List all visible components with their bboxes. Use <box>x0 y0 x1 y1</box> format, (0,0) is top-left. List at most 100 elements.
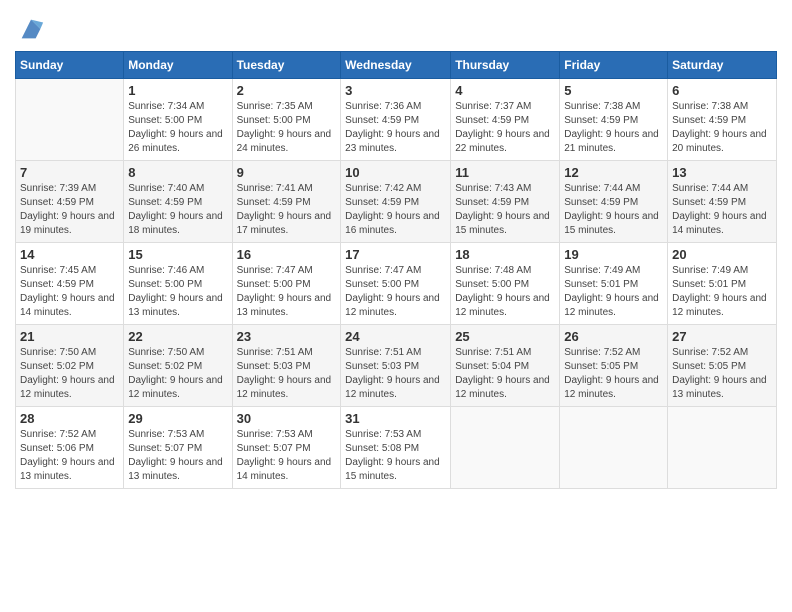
day-number: 15 <box>128 247 227 262</box>
calendar-cell: 16Sunrise: 7:47 AMSunset: 5:00 PMDayligh… <box>232 243 341 325</box>
day-info: Sunrise: 7:39 AMSunset: 4:59 PMDaylight:… <box>20 182 119 238</box>
day-info: Sunrise: 7:50 AMSunset: 5:02 PMDaylight:… <box>20 346 119 402</box>
calendar-cell <box>668 407 777 489</box>
day-number: 20 <box>672 247 772 262</box>
page-container: SundayMondayTuesdayWednesdayThursdayFrid… <box>0 0 792 499</box>
calendar-cell: 2 Sunrise: 7:35 AMSunset: 5:00 PMDaylight… <box>232 79 341 161</box>
calendar-cell: 22 Sunrise: 7:50 AMSunset: 5:02 PMDayligh… <box>124 325 232 407</box>
day-info: Sunrise: 7:42 AMSunset: 4:59 PMDaylight:… <box>345 182 446 238</box>
day-number: 27 <box>672 329 772 344</box>
day-info: Sunrise: 7:35 AMSunset: 5:00 PMDaylight:… <box>237 100 337 156</box>
day-info: Sunrise: 7:46 AMSunset: 5:00 PMDaylight:… <box>128 264 227 320</box>
calendar-table: SundayMondayTuesdayWednesdayThursdayFrid… <box>15 51 777 489</box>
day-info: Sunrise: 7:37 AMSunset: 4:59 PMDaylight:… <box>455 100 555 156</box>
weekday-header-thursday: Thursday <box>451 52 560 79</box>
calendar-cell: 14Sunrise: 7:45 AMSunset: 4:59 PMDayligh… <box>16 243 124 325</box>
calendar-cell: 5 Sunrise: 7:38 AMSunset: 4:59 PMDaylight… <box>560 79 668 161</box>
day-number: 16 <box>237 247 337 262</box>
calendar-cell: 3 Sunrise: 7:36 AMSunset: 4:59 PMDaylight… <box>341 79 451 161</box>
calendar-cell: 1 Sunrise: 7:34 AMSunset: 5:00 PMDaylight… <box>124 79 232 161</box>
day-number: 21 <box>20 329 119 344</box>
calendar-cell: 6Sunrise: 7:38 AMSunset: 4:59 PMDaylight… <box>668 79 777 161</box>
weekday-header-sunday: Sunday <box>16 52 124 79</box>
weekday-header-saturday: Saturday <box>668 52 777 79</box>
day-number: 29 <box>128 411 227 426</box>
weekday-header-monday: Monday <box>124 52 232 79</box>
weekday-header-friday: Friday <box>560 52 668 79</box>
day-number: 8 <box>128 165 227 180</box>
day-number: 19 <box>564 247 663 262</box>
day-number: 2 <box>237 83 337 98</box>
logo <box>15 15 45 43</box>
day-info: Sunrise: 7:49 AMSunset: 5:01 PMDaylight:… <box>672 264 772 320</box>
day-info: Sunrise: 7:53 AMSunset: 5:07 PMDaylight:… <box>237 428 337 484</box>
day-info: Sunrise: 7:52 AMSunset: 5:05 PMDaylight:… <box>672 346 772 402</box>
day-info: Sunrise: 7:41 AMSunset: 4:59 PMDaylight:… <box>237 182 337 238</box>
day-number: 24 <box>345 329 446 344</box>
calendar-week-row: 28 Sunrise: 7:52 AMSunset: 5:06 PMDayligh… <box>16 407 777 489</box>
day-info: Sunrise: 7:53 AMSunset: 5:07 PMDaylight:… <box>128 428 227 484</box>
day-info: Sunrise: 7:34 AMSunset: 5:00 PMDaylight:… <box>128 100 227 156</box>
day-info: Sunrise: 7:44 AMSunset: 4:59 PMDaylight:… <box>564 182 663 238</box>
day-number: 25 <box>455 329 555 344</box>
calendar-cell: 24 Sunrise: 7:51 AMSunset: 5:03 PMDayligh… <box>341 325 451 407</box>
calendar-week-row: 1 Sunrise: 7:34 AMSunset: 5:00 PMDaylight… <box>16 79 777 161</box>
day-info: Sunrise: 7:40 AMSunset: 4:59 PMDaylight:… <box>128 182 227 238</box>
calendar-cell: 4 Sunrise: 7:37 AMSunset: 4:59 PMDaylight… <box>451 79 560 161</box>
logo-icon <box>17 15 45 43</box>
calendar-cell: 13 Sunrise: 7:44 AMSunset: 4:59 PMDayligh… <box>668 161 777 243</box>
day-info: Sunrise: 7:38 AMSunset: 4:59 PMDaylight:… <box>672 100 772 156</box>
day-number: 5 <box>564 83 663 98</box>
day-number: 12 <box>564 165 663 180</box>
day-info: Sunrise: 7:53 AMSunset: 5:08 PMDaylight:… <box>345 428 446 484</box>
day-info: Sunrise: 7:47 AMSunset: 5:00 PMDaylight:… <box>345 264 446 320</box>
day-info: Sunrise: 7:36 AMSunset: 4:59 PMDaylight:… <box>345 100 446 156</box>
calendar-cell <box>560 407 668 489</box>
day-number: 3 <box>345 83 446 98</box>
calendar-cell: 7 Sunrise: 7:39 AMSunset: 4:59 PMDaylight… <box>16 161 124 243</box>
calendar-cell: 26 Sunrise: 7:52 AMSunset: 5:05 PMDayligh… <box>560 325 668 407</box>
weekday-header-row: SundayMondayTuesdayWednesdayThursdayFrid… <box>16 52 777 79</box>
day-info: Sunrise: 7:52 AMSunset: 5:05 PMDaylight:… <box>564 346 663 402</box>
calendar-week-row: 7 Sunrise: 7:39 AMSunset: 4:59 PMDaylight… <box>16 161 777 243</box>
calendar-week-row: 14Sunrise: 7:45 AMSunset: 4:59 PMDayligh… <box>16 243 777 325</box>
weekday-header-wednesday: Wednesday <box>341 52 451 79</box>
calendar-cell: 8 Sunrise: 7:40 AMSunset: 4:59 PMDaylight… <box>124 161 232 243</box>
day-number: 17 <box>345 247 446 262</box>
calendar-cell: 28 Sunrise: 7:52 AMSunset: 5:06 PMDayligh… <box>16 407 124 489</box>
calendar-header: SundayMondayTuesdayWednesdayThursdayFrid… <box>16 52 777 79</box>
day-info: Sunrise: 7:48 AMSunset: 5:00 PMDaylight:… <box>455 264 555 320</box>
day-info: Sunrise: 7:45 AMSunset: 4:59 PMDaylight:… <box>20 264 119 320</box>
day-info: Sunrise: 7:52 AMSunset: 5:06 PMDaylight:… <box>20 428 119 484</box>
calendar-cell: 19 Sunrise: 7:49 AMSunset: 5:01 PMDayligh… <box>560 243 668 325</box>
day-info: Sunrise: 7:51 AMSunset: 5:03 PMDaylight:… <box>345 346 446 402</box>
day-number: 4 <box>455 83 555 98</box>
calendar-cell: 18Sunrise: 7:48 AMSunset: 5:00 PMDayligh… <box>451 243 560 325</box>
weekday-header-tuesday: Tuesday <box>232 52 341 79</box>
calendar-cell: 15 Sunrise: 7:46 AMSunset: 5:00 PMDayligh… <box>124 243 232 325</box>
day-number: 11 <box>455 165 555 180</box>
day-number: 26 <box>564 329 663 344</box>
calendar-cell: 11 Sunrise: 7:43 AMSunset: 4:59 PMDayligh… <box>451 161 560 243</box>
calendar-cell: 21 Sunrise: 7:50 AMSunset: 5:02 PMDayligh… <box>16 325 124 407</box>
calendar-cell: 10Sunrise: 7:42 AMSunset: 4:59 PMDayligh… <box>341 161 451 243</box>
day-number: 7 <box>20 165 119 180</box>
day-number: 30 <box>237 411 337 426</box>
day-number: 9 <box>237 165 337 180</box>
day-number: 31 <box>345 411 446 426</box>
day-info: Sunrise: 7:44 AMSunset: 4:59 PMDaylight:… <box>672 182 772 238</box>
day-info: Sunrise: 7:49 AMSunset: 5:01 PMDaylight:… <box>564 264 663 320</box>
day-info: Sunrise: 7:43 AMSunset: 4:59 PMDaylight:… <box>455 182 555 238</box>
calendar-cell: 23Sunrise: 7:51 AMSunset: 5:03 PMDayligh… <box>232 325 341 407</box>
day-info: Sunrise: 7:38 AMSunset: 4:59 PMDaylight:… <box>564 100 663 156</box>
calendar-body: 1 Sunrise: 7:34 AMSunset: 5:00 PMDaylight… <box>16 79 777 489</box>
calendar-cell: 9 Sunrise: 7:41 AMSunset: 4:59 PMDaylight… <box>232 161 341 243</box>
day-number: 28 <box>20 411 119 426</box>
day-number: 23 <box>237 329 337 344</box>
calendar-cell: 20 Sunrise: 7:49 AMSunset: 5:01 PMDayligh… <box>668 243 777 325</box>
day-number: 22 <box>128 329 227 344</box>
day-number: 13 <box>672 165 772 180</box>
calendar-cell: 17 Sunrise: 7:47 AMSunset: 5:00 PMDayligh… <box>341 243 451 325</box>
day-number: 1 <box>128 83 227 98</box>
day-info: Sunrise: 7:50 AMSunset: 5:02 PMDaylight:… <box>128 346 227 402</box>
